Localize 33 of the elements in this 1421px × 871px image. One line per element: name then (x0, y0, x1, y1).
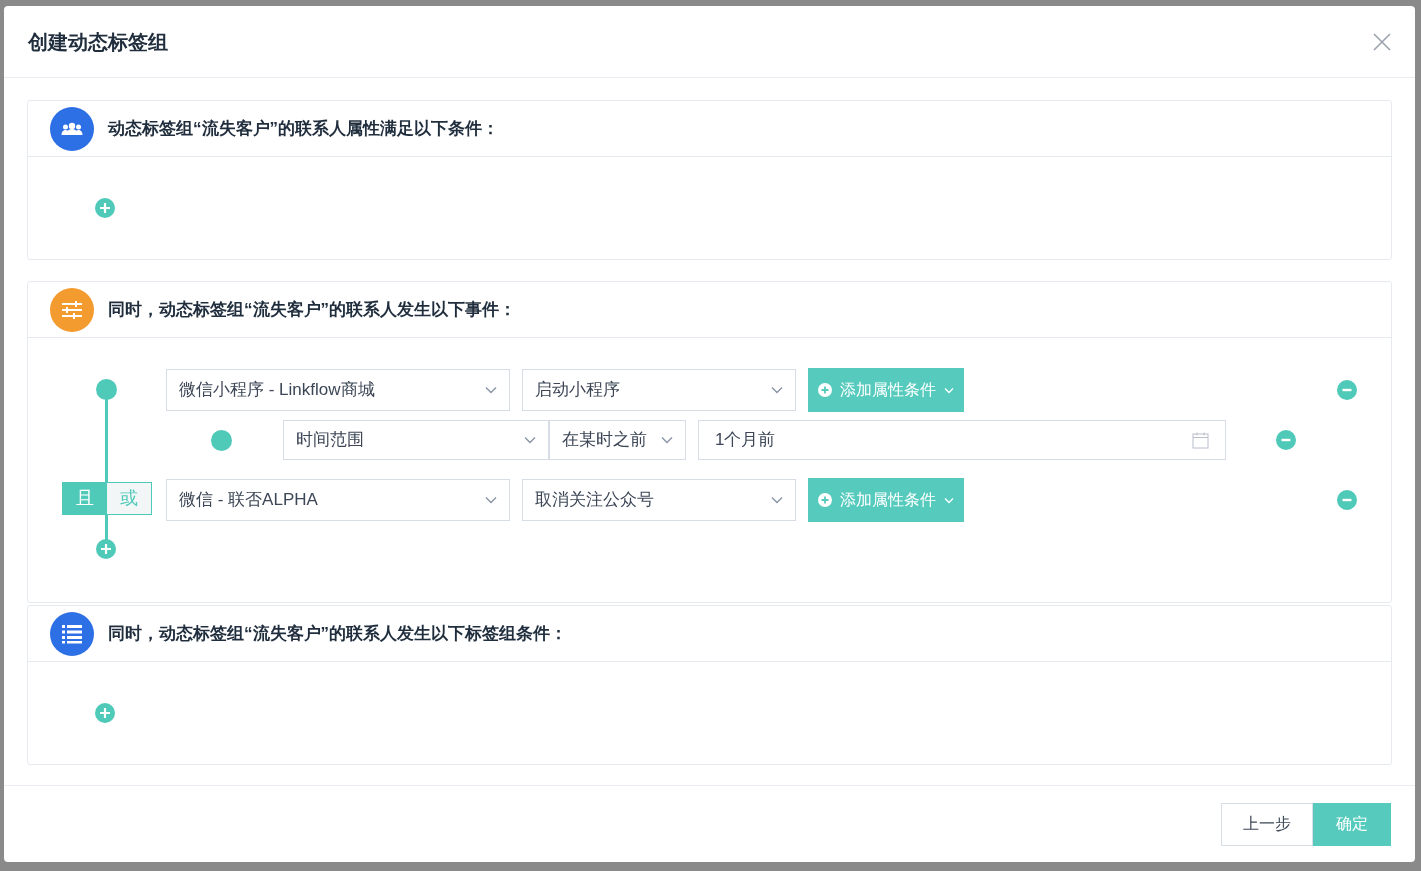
chevron-down-icon (771, 386, 783, 394)
chevron-down-icon (944, 496, 954, 504)
people-icon (50, 106, 94, 151)
remove-icon[interactable] (1337, 490, 1357, 510)
section-title: 同时，动态标签组“流失客户”的联系人发生以下标签组条件： (108, 622, 567, 645)
sliders-icon (50, 287, 94, 332)
plus-circle-icon (818, 383, 832, 397)
dropdown-select[interactable]: 取消关注公众号 (522, 479, 796, 521)
dropdown-select[interactable]: 在某时之前 (549, 420, 686, 460)
chevron-down-icon (661, 436, 673, 444)
plus-circle-icon (818, 493, 832, 507)
chevron-down-icon (524, 436, 536, 444)
back-button[interactable]: 上一步 (1221, 802, 1313, 846)
dropdown-select[interactable]: 启动小程序 (522, 369, 796, 411)
chevron-down-icon (771, 496, 783, 504)
remove-icon[interactable] (1337, 380, 1357, 400)
close-icon[interactable] (1373, 32, 1391, 51)
date-field[interactable]: 1个月前 (698, 420, 1226, 460)
add-event-icon[interactable] (96, 539, 116, 559)
section-title: 动态标签组“流失客户”的联系人属性满足以下条件： (108, 117, 499, 140)
remove-icon[interactable] (1276, 430, 1296, 450)
add-condition-icon[interactable] (95, 703, 115, 723)
dropdown-select[interactable]: 时间范围 (283, 420, 549, 460)
calendar-icon (1192, 431, 1209, 449)
add-condition-icon[interactable] (95, 198, 115, 218)
section-title: 同时，动态标签组“流失客户”的联系人发生以下事件： (108, 298, 516, 321)
dropdown-select[interactable]: 微信小程序 - Linkflow商城 (166, 369, 510, 411)
dropdown-select[interactable]: 微信 - 联否ALPHA (166, 479, 510, 521)
dialog-title: 创建动态标签组 (28, 29, 168, 55)
chevron-down-icon (485, 386, 497, 394)
chevron-down-icon (485, 496, 497, 504)
chevron-down-icon (944, 386, 954, 394)
list-icon (50, 611, 94, 656)
